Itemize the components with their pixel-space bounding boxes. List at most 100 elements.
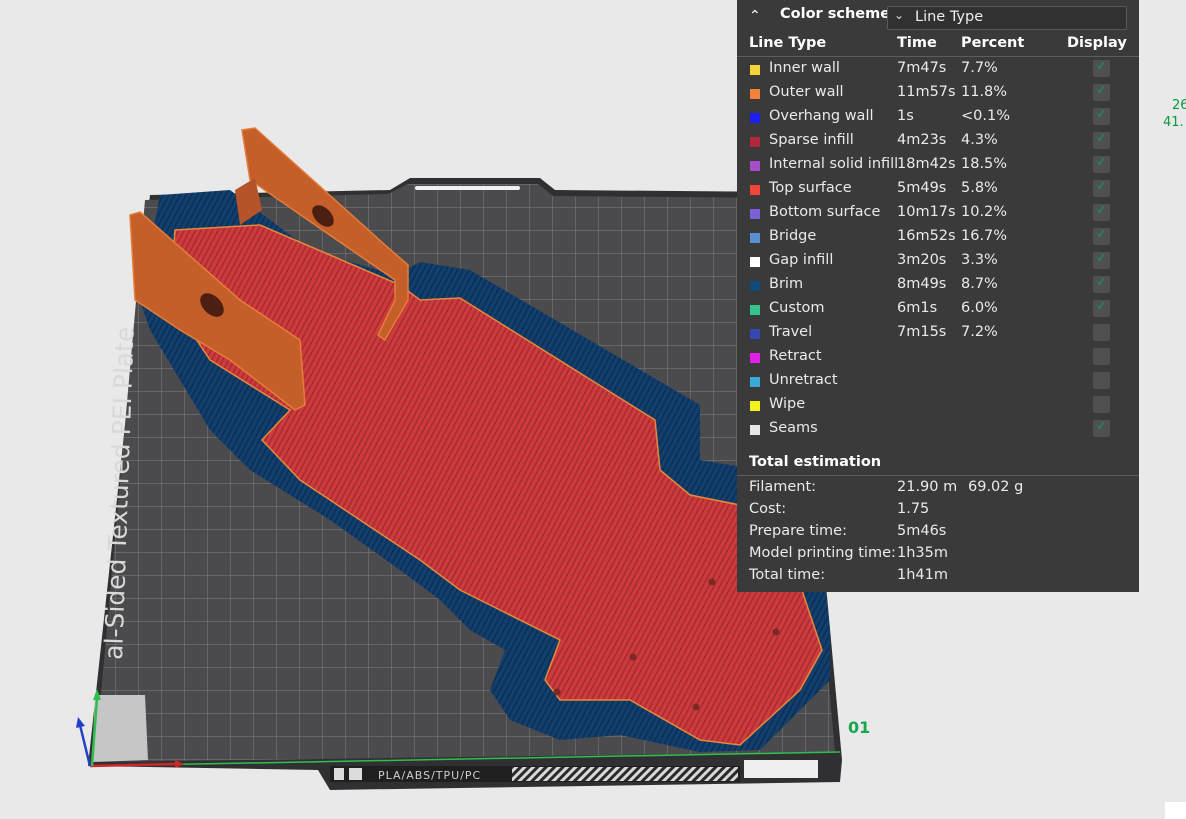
- display-checkbox[interactable]: ✓: [1093, 227, 1110, 245]
- color-swatch: [750, 113, 760, 123]
- color-swatch: [750, 377, 760, 387]
- line-type-label: Unretract: [769, 372, 838, 388]
- line-type-percent: 3.3%: [961, 252, 998, 268]
- estimation-title: Total estimation: [749, 454, 882, 470]
- line-type-percent: <0.1%: [961, 108, 1010, 124]
- line-type-percent: 6.0%: [961, 300, 998, 316]
- line-type-label: Custom: [769, 300, 825, 316]
- col-header-percent: Percent: [961, 35, 1025, 51]
- display-checkbox[interactable]: [1093, 324, 1110, 341]
- plate-number[interactable]: 01: [848, 718, 870, 737]
- estimation-label: Total time:: [749, 567, 826, 583]
- line-type-row: Sparse infill 4m23s 4.3% ✓: [737, 129, 1139, 153]
- col-header-display: Display: [1067, 35, 1127, 51]
- checkmark-icon: ✓: [1096, 83, 1107, 98]
- line-type-row: Bridge 16m52s 16.7% ✓: [737, 225, 1139, 249]
- display-checkbox[interactable]: [1093, 348, 1110, 365]
- color-swatch: [750, 137, 760, 147]
- line-type-time: 10m17s: [897, 204, 956, 220]
- line-type-row: Bottom surface 10m17s 10.2% ✓: [737, 201, 1139, 225]
- display-checkbox[interactable]: ✓: [1093, 155, 1110, 173]
- line-type-percent: 16.7%: [961, 228, 1008, 244]
- checkmark-icon: ✓: [1096, 59, 1107, 74]
- display-checkbox[interactable]: ✓: [1093, 59, 1110, 77]
- corner-widget[interactable]: [1165, 802, 1186, 819]
- line-type-percent: 4.3%: [961, 132, 998, 148]
- estimation-value: 21.90 m: [897, 479, 958, 495]
- col-header-line-type: Line Type: [749, 35, 827, 51]
- color-swatch: [750, 161, 760, 171]
- line-type-row: Custom 6m1s 6.0% ✓: [737, 297, 1139, 321]
- color-swatch: [750, 305, 760, 315]
- color-swatch: [750, 425, 760, 435]
- line-type-percent: 5.8%: [961, 180, 998, 196]
- legend-title: Color scheme: [780, 6, 891, 22]
- line-type-percent: 11.8%: [961, 84, 1008, 100]
- chevron-down-icon: ⌄: [894, 8, 905, 22]
- estimation-label: Cost:: [749, 501, 787, 517]
- line-type-row: Inner wall 7m47s 7.7% ✓: [737, 57, 1139, 81]
- estimation-value: 1h41m: [897, 567, 948, 583]
- color-swatch: [750, 209, 760, 219]
- color-swatch: [750, 257, 760, 267]
- line-type-row: Unretract: [737, 369, 1139, 393]
- collapse-chevrons-icon[interactable]: ⌃: [749, 6, 769, 26]
- checkmark-icon: ✓: [1096, 179, 1107, 194]
- display-checkbox[interactable]: ✓: [1093, 299, 1110, 317]
- display-checkbox[interactable]: [1093, 396, 1110, 413]
- display-checkbox[interactable]: [1093, 372, 1110, 389]
- checkmark-icon: ✓: [1096, 131, 1107, 146]
- estimation-label: Model printing time:: [749, 545, 896, 561]
- line-type-time: 7m15s: [897, 324, 947, 340]
- line-type-time: 1s: [897, 108, 914, 124]
- color-swatch: [750, 329, 760, 339]
- display-checkbox[interactable]: ✓: [1093, 275, 1110, 293]
- line-type-row: Wipe: [737, 393, 1139, 417]
- color-swatch: [750, 65, 760, 75]
- line-type-percent: 18.5%: [961, 156, 1008, 172]
- line-type-time: 7m47s: [897, 60, 947, 76]
- line-type-row: Outer wall 11m57s 11.8% ✓: [737, 81, 1139, 105]
- line-type-row: Internal solid infill 18m42s 18.5% ✓: [737, 153, 1139, 177]
- estimation-row: Prepare time: 5m46s: [737, 522, 1139, 544]
- line-type-label: Seams: [769, 420, 818, 436]
- line-type-percent: 7.2%: [961, 324, 998, 340]
- color-swatch: [750, 353, 760, 363]
- display-checkbox[interactable]: ✓: [1093, 179, 1110, 197]
- col-header-time: Time: [897, 35, 937, 51]
- line-type-row: Overhang wall 1s <0.1% ✓: [737, 105, 1139, 129]
- display-checkbox[interactable]: ✓: [1093, 203, 1110, 221]
- checkmark-icon: ✓: [1096, 275, 1107, 290]
- checkmark-icon: ✓: [1096, 419, 1107, 434]
- line-type-time: 8m49s: [897, 276, 947, 292]
- line-type-label: Sparse infill: [769, 132, 854, 148]
- side-readout-1: 26: [1172, 98, 1186, 113]
- line-type-label: Overhang wall: [769, 108, 874, 124]
- estimation-value: 5m46s: [897, 523, 947, 539]
- line-type-row: Travel 7m15s 7.2%: [737, 321, 1139, 345]
- estimation-divider: [737, 475, 1139, 476]
- display-checkbox[interactable]: ✓: [1093, 83, 1110, 101]
- line-type-label: Top surface: [769, 180, 852, 196]
- color-scheme-dropdown[interactable]: ⌄ Line Type: [887, 6, 1127, 30]
- display-checkbox[interactable]: ✓: [1093, 131, 1110, 149]
- line-type-label: Gap infill: [769, 252, 834, 268]
- line-type-label: Bottom surface: [769, 204, 881, 220]
- display-checkbox[interactable]: ✓: [1093, 251, 1110, 269]
- line-type-time: 6m1s: [897, 300, 938, 316]
- line-type-percent: 10.2%: [961, 204, 1008, 220]
- line-type-percent: 7.7%: [961, 60, 998, 76]
- line-type-label: Outer wall: [769, 84, 844, 100]
- display-checkbox[interactable]: ✓: [1093, 107, 1110, 125]
- checkmark-icon: ✓: [1096, 227, 1107, 242]
- line-type-row: Brim 8m49s 8.7% ✓: [737, 273, 1139, 297]
- checkmark-icon: ✓: [1096, 155, 1107, 170]
- estimation-row: Filament: 21.90 m 69.02 g: [737, 478, 1139, 500]
- color-swatch: [750, 401, 760, 411]
- line-type-label: Travel: [769, 324, 813, 340]
- line-type-row: Gap infill 3m20s 3.3% ✓: [737, 249, 1139, 273]
- line-type-time: 18m42s: [897, 156, 956, 172]
- line-type-label: Bridge: [769, 228, 817, 244]
- line-type-time: 3m20s: [897, 252, 947, 268]
- display-checkbox[interactable]: ✓: [1093, 419, 1110, 437]
